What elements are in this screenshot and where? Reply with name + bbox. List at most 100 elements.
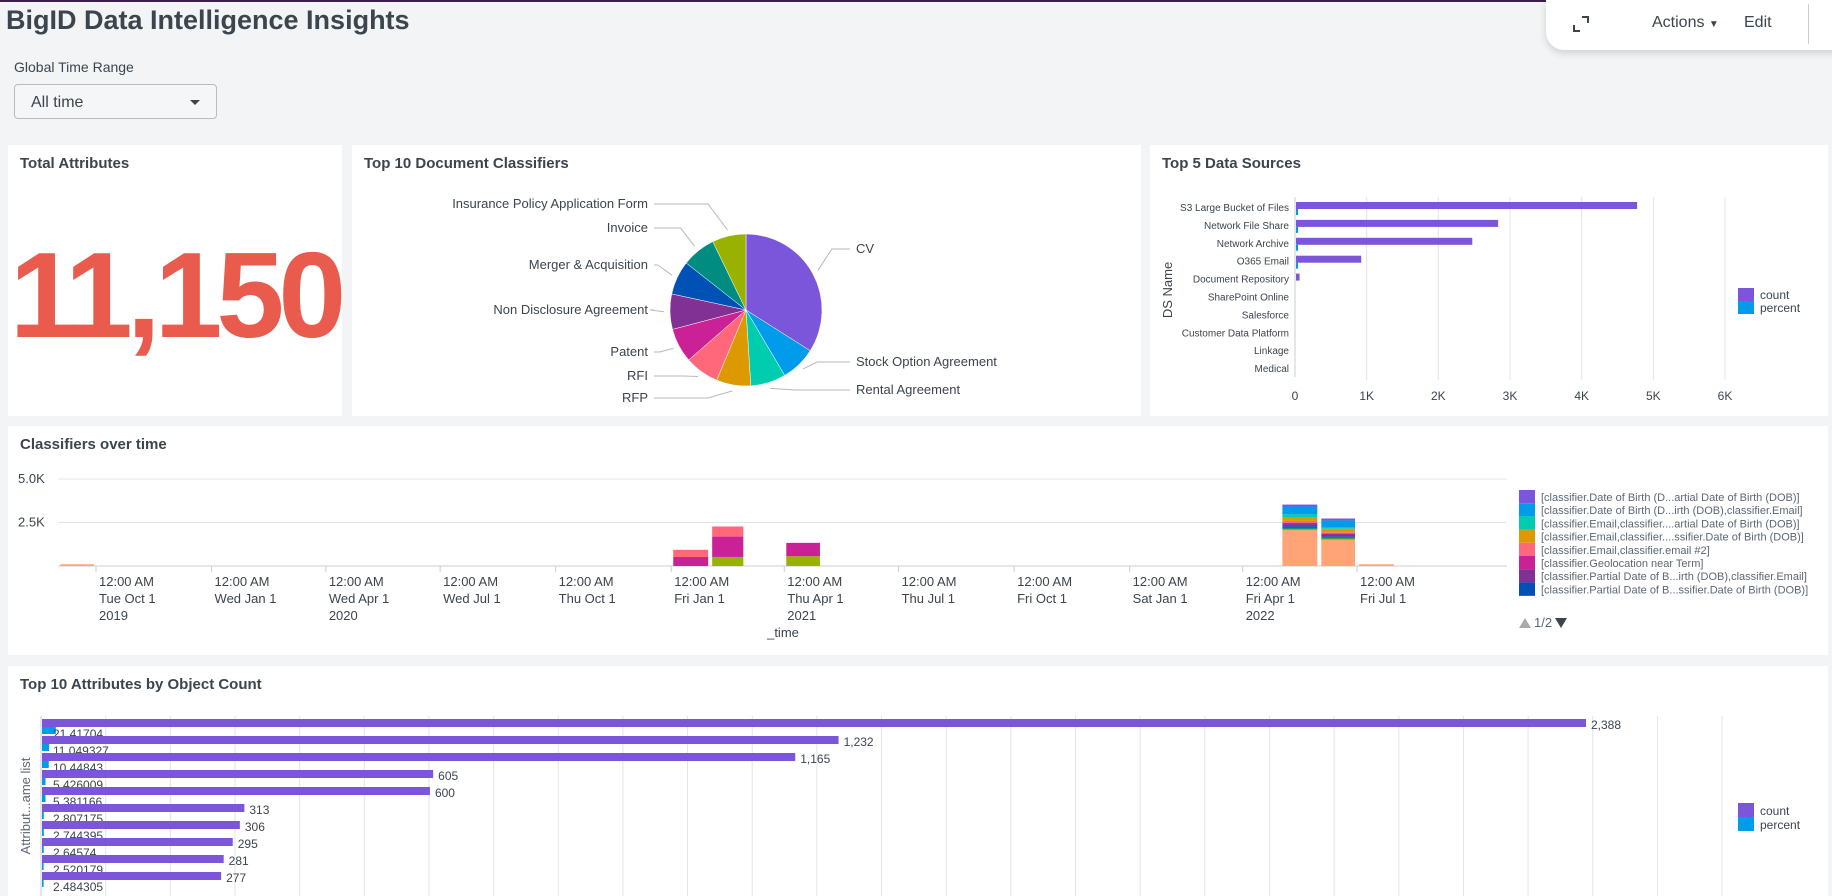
- stacked-bar-segment: [1321, 535, 1355, 537]
- stacked-bar-segment: [1282, 526, 1317, 528]
- classifiers-time-chart: 5.0K2.5K12:00 AMTue Oct 1201912:00 AMWed…: [8, 426, 1828, 655]
- expand-icon[interactable]: [1572, 15, 1590, 33]
- stacked-bar-segment: [1282, 514, 1317, 517]
- count-value-label: 1,165: [800, 752, 830, 766]
- legend-label: [classifier.Geolocation near Term]: [1541, 558, 1703, 570]
- edit-button[interactable]: Edit: [1744, 14, 1772, 32]
- pie-label: Non Disclosure Agreement: [493, 302, 648, 317]
- y-tick-label: 2.5K: [18, 515, 45, 530]
- x-tick-label: 12:00 AM: [559, 574, 614, 589]
- x-tick-label: 12:00 AM: [99, 574, 154, 589]
- pie-label: Stock Option Agreement: [856, 354, 997, 369]
- stacked-bar-segment: [1282, 505, 1317, 507]
- count-bar: [42, 872, 221, 880]
- x-tick-label: 12:00 AM: [443, 574, 498, 589]
- percent-value-label: 2.484305: [53, 880, 103, 894]
- x-tick-label: Wed Apr 1: [329, 591, 389, 606]
- page-up-icon[interactable]: [1519, 618, 1531, 628]
- x-tick-label: 4K: [1574, 389, 1589, 403]
- count-bar: [42, 787, 430, 795]
- stacked-bar-segment: [1282, 528, 1317, 529]
- dashboard-toolbar: Actions ▼ Edit: [1546, 0, 1832, 50]
- leader-line: [650, 310, 664, 312]
- x-tick-label: 3K: [1503, 389, 1518, 403]
- count-value-label: 313: [249, 803, 269, 817]
- legend-swatch: [1738, 803, 1754, 817]
- count-bar: [42, 855, 224, 863]
- count-bar: [42, 770, 433, 778]
- legend-label: [classifier.Email,classifier....artial D…: [1541, 518, 1800, 530]
- category-label: Linkage: [1254, 346, 1289, 357]
- x-tick-label: 12:00 AM: [674, 574, 729, 589]
- leader-line: [770, 388, 850, 390]
- leader-line: [654, 204, 728, 230]
- x-tick-label: 12:00 AM: [215, 574, 270, 589]
- percent-bar: [42, 778, 46, 785]
- count-value-label: 295: [238, 837, 258, 851]
- pie-label: Merger & Acquisition: [529, 257, 648, 272]
- stacked-bar-segment: [1282, 506, 1317, 514]
- stacked-bar-segment: [60, 564, 94, 566]
- category-label: S3 Large Bucket of Files: [1180, 203, 1289, 214]
- stacked-bar-segment: [1321, 540, 1355, 566]
- stacked-bar-segment: [1321, 539, 1355, 540]
- leader-line: [654, 348, 674, 352]
- count-value-label: 600: [435, 786, 455, 800]
- legend-swatch: [1738, 288, 1754, 301]
- legend-label: percent: [1760, 301, 1801, 315]
- x-tick-label: 12:00 AM: [1017, 574, 1072, 589]
- y-tick-label: 5.0K: [18, 471, 45, 486]
- toolbar-divider: [1808, 4, 1809, 44]
- category-label: O365 Email: [1237, 257, 1289, 268]
- caret-down-icon: [190, 100, 200, 105]
- stacked-bar-segment: [673, 557, 708, 566]
- stacked-bar-segment: [1321, 518, 1355, 520]
- x-axis-title: _time: [766, 625, 799, 640]
- legend-swatch: [1519, 490, 1535, 503]
- x-tick-label: 2020: [329, 608, 358, 623]
- page-down-icon[interactable]: [1555, 618, 1567, 628]
- count-value-label: 1,232: [844, 735, 874, 749]
- legend-label: [classifier.Date of Birth (D...artial Da…: [1541, 492, 1800, 504]
- x-tick-label: 12:00 AM: [1360, 574, 1415, 589]
- percent-bar: [1296, 209, 1298, 215]
- x-tick-label: 2022: [1246, 608, 1275, 623]
- percent-bar: [42, 863, 44, 870]
- x-tick-label: 12:00 AM: [1246, 574, 1301, 589]
- count-value-label: 277: [226, 871, 246, 885]
- stacked-bar-segment: [712, 527, 743, 537]
- stacked-bar-segment: [1359, 564, 1394, 566]
- x-tick-label: Fri Jul 1: [1360, 591, 1406, 606]
- time-range-dropdown[interactable]: All time: [14, 84, 217, 119]
- count-value-label: 306: [245, 820, 265, 834]
- legend-label: [classifier.Email,classifier.email #2]: [1541, 545, 1710, 557]
- stacked-bar-segment: [1321, 527, 1355, 529]
- pie-chart: CVStock Option AgreementRental Agreement…: [352, 145, 1141, 416]
- x-tick-label: 12:00 AM: [902, 574, 957, 589]
- count-bar: [42, 838, 233, 846]
- stacked-bar-segment: [1282, 521, 1317, 523]
- x-tick-label: Tue Oct 1: [99, 591, 156, 606]
- x-tick-label: Wed Jul 1: [443, 591, 501, 606]
- legend-swatch: [1738, 817, 1754, 831]
- x-tick-label: 0: [1292, 389, 1299, 403]
- percent-bar: [1296, 227, 1298, 233]
- legend-swatch: [1519, 556, 1535, 569]
- percent-bar: [42, 812, 44, 819]
- count-bar: [42, 804, 244, 812]
- x-tick-label: 2K: [1431, 389, 1446, 403]
- leader-line: [654, 228, 695, 246]
- count-value-label: 281: [229, 854, 249, 868]
- count-value-label: 605: [438, 769, 458, 783]
- pie-label: RFI: [627, 368, 648, 383]
- legend-label: [classifier.Email,classifier....ssifier.…: [1541, 532, 1804, 544]
- stacked-bar-segment: [786, 556, 820, 566]
- x-tick-label: Fri Apr 1: [1246, 591, 1295, 606]
- total-attributes-value: 11,150: [8, 225, 342, 365]
- time-range-label: Global Time Range: [14, 59, 134, 75]
- actions-button[interactable]: Actions ▼: [1652, 14, 1719, 32]
- legend-label: [classifier.Partial Date of B...irth (DO…: [1541, 571, 1807, 583]
- top-attributes-chart: Attribut...ame list2,38821.417041,23211.…: [8, 666, 1828, 896]
- leader-line: [803, 362, 850, 369]
- stacked-bar-segment: [1282, 518, 1317, 521]
